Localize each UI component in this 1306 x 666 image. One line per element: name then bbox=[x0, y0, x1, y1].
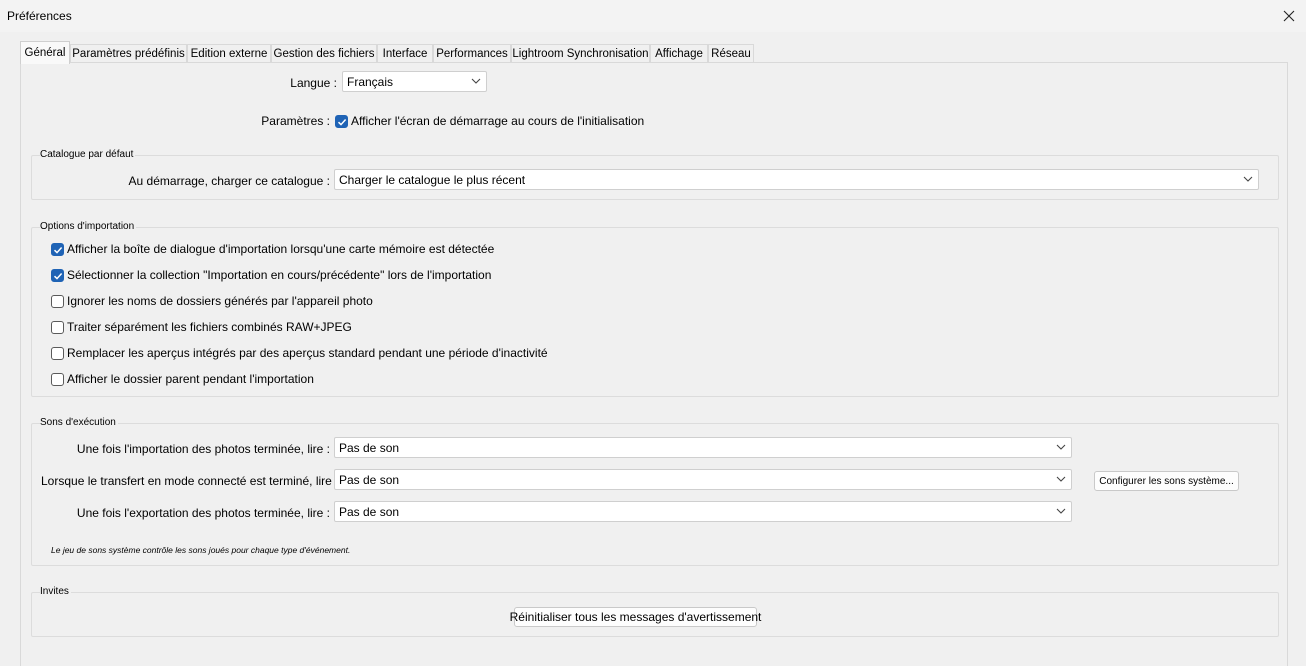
sounds-note: Le jeu de sons système contrôle les sons… bbox=[51, 545, 351, 555]
tab-general[interactable]: Général bbox=[20, 41, 70, 64]
tab-performance[interactable]: Performances bbox=[433, 44, 511, 63]
configure-sounds-button[interactable]: Configurer les sons système... bbox=[1094, 471, 1239, 491]
tab-presets[interactable]: Paramètres prédéfinis bbox=[70, 44, 187, 63]
tab-external-editing[interactable]: Edition externe bbox=[187, 44, 271, 63]
general-panel: Langue : Français Paramètres : Afficher … bbox=[20, 62, 1288, 666]
checkmark-icon bbox=[53, 246, 63, 254]
splash-screen-label: Afficher l'écran de démarrage au cours d… bbox=[351, 114, 645, 128]
ignore-folder-names-checkbox[interactable] bbox=[51, 295, 64, 308]
catalog-legend: Catalogue par défaut bbox=[40, 149, 136, 160]
raw-jpeg-separate-checkbox[interactable] bbox=[51, 321, 64, 334]
replace-previews-label: Remplacer les aperçus intégrés par des a… bbox=[67, 346, 548, 360]
chevron-down-icon bbox=[1056, 444, 1066, 450]
chevron-down-icon bbox=[1056, 508, 1066, 514]
show-parent-folder-checkbox[interactable] bbox=[51, 373, 64, 386]
chevron-down-icon bbox=[1243, 176, 1253, 182]
tether-sound-select[interactable]: Pas de son bbox=[334, 469, 1072, 490]
language-select[interactable]: Français bbox=[342, 71, 487, 92]
import-sound-select[interactable]: Pas de son bbox=[334, 437, 1072, 458]
title-bar: Préférences bbox=[0, 0, 1306, 32]
select-collection-checkbox[interactable] bbox=[51, 269, 64, 282]
language-label: Langue : bbox=[290, 76, 337, 90]
splash-screen-checkbox[interactable] bbox=[335, 115, 348, 128]
checkmark-icon bbox=[337, 118, 347, 126]
export-sound-value: Pas de son bbox=[339, 504, 400, 519]
show-parent-folder-label: Afficher le dossier parent pendant l'imp… bbox=[67, 372, 314, 386]
export-sound-select[interactable]: Pas de son bbox=[334, 501, 1072, 522]
prompts-legend: Invites bbox=[40, 586, 71, 597]
replace-previews-checkbox[interactable] bbox=[51, 347, 64, 360]
tab-lightroom-sync[interactable]: Lightroom Synchronisation bbox=[511, 44, 650, 63]
tether-sound-value: Pas de son bbox=[339, 472, 400, 487]
select-collection-label: Sélectionner la collection "Importation … bbox=[67, 268, 492, 282]
settings-label: Paramètres : bbox=[261, 114, 330, 128]
tab-network[interactable]: Réseau bbox=[708, 44, 754, 63]
startup-catalog-select[interactable]: Charger le catalogue le plus récent bbox=[334, 169, 1259, 190]
import-dialog-label: Afficher la boîte de dialogue d'importat… bbox=[67, 242, 495, 256]
import-sound-label: Une fois l'importation des photos termin… bbox=[76, 442, 330, 456]
tab-display[interactable]: Affichage bbox=[650, 44, 708, 63]
chevron-down-icon bbox=[1056, 476, 1066, 482]
close-button[interactable] bbox=[1272, 0, 1306, 32]
tab-file-handling[interactable]: Gestion des fichiers bbox=[271, 44, 377, 63]
startup-catalog-label: Au démarrage, charger ce catalogue : bbox=[128, 174, 330, 188]
startup-catalog-value: Charger le catalogue le plus récent bbox=[339, 172, 526, 187]
language-value: Français bbox=[347, 74, 394, 89]
export-sound-label: Une fois l'exportation des photos termin… bbox=[76, 506, 330, 520]
import-options-legend: Options d'importation bbox=[40, 221, 137, 232]
chevron-down-icon bbox=[471, 78, 481, 84]
import-sound-value: Pas de son bbox=[339, 440, 400, 455]
ignore-folder-names-label: Ignorer les noms de dossiers générés par… bbox=[67, 294, 373, 308]
window-title: Préférences bbox=[7, 9, 72, 23]
raw-jpeg-separate-label: Traiter séparément les fichiers combinés… bbox=[67, 320, 352, 334]
close-icon bbox=[1283, 10, 1295, 22]
import-dialog-checkbox[interactable] bbox=[51, 243, 64, 256]
reset-warnings-button[interactable]: Réinitialiser tous les messages d'averti… bbox=[510, 607, 761, 627]
tab-interface[interactable]: Interface bbox=[377, 44, 433, 63]
checkmark-icon bbox=[53, 272, 63, 280]
tether-sound-label: Lorsque le transfert en mode connecté es… bbox=[41, 474, 339, 488]
completion-sounds-legend: Sons d'exécution bbox=[40, 417, 118, 428]
